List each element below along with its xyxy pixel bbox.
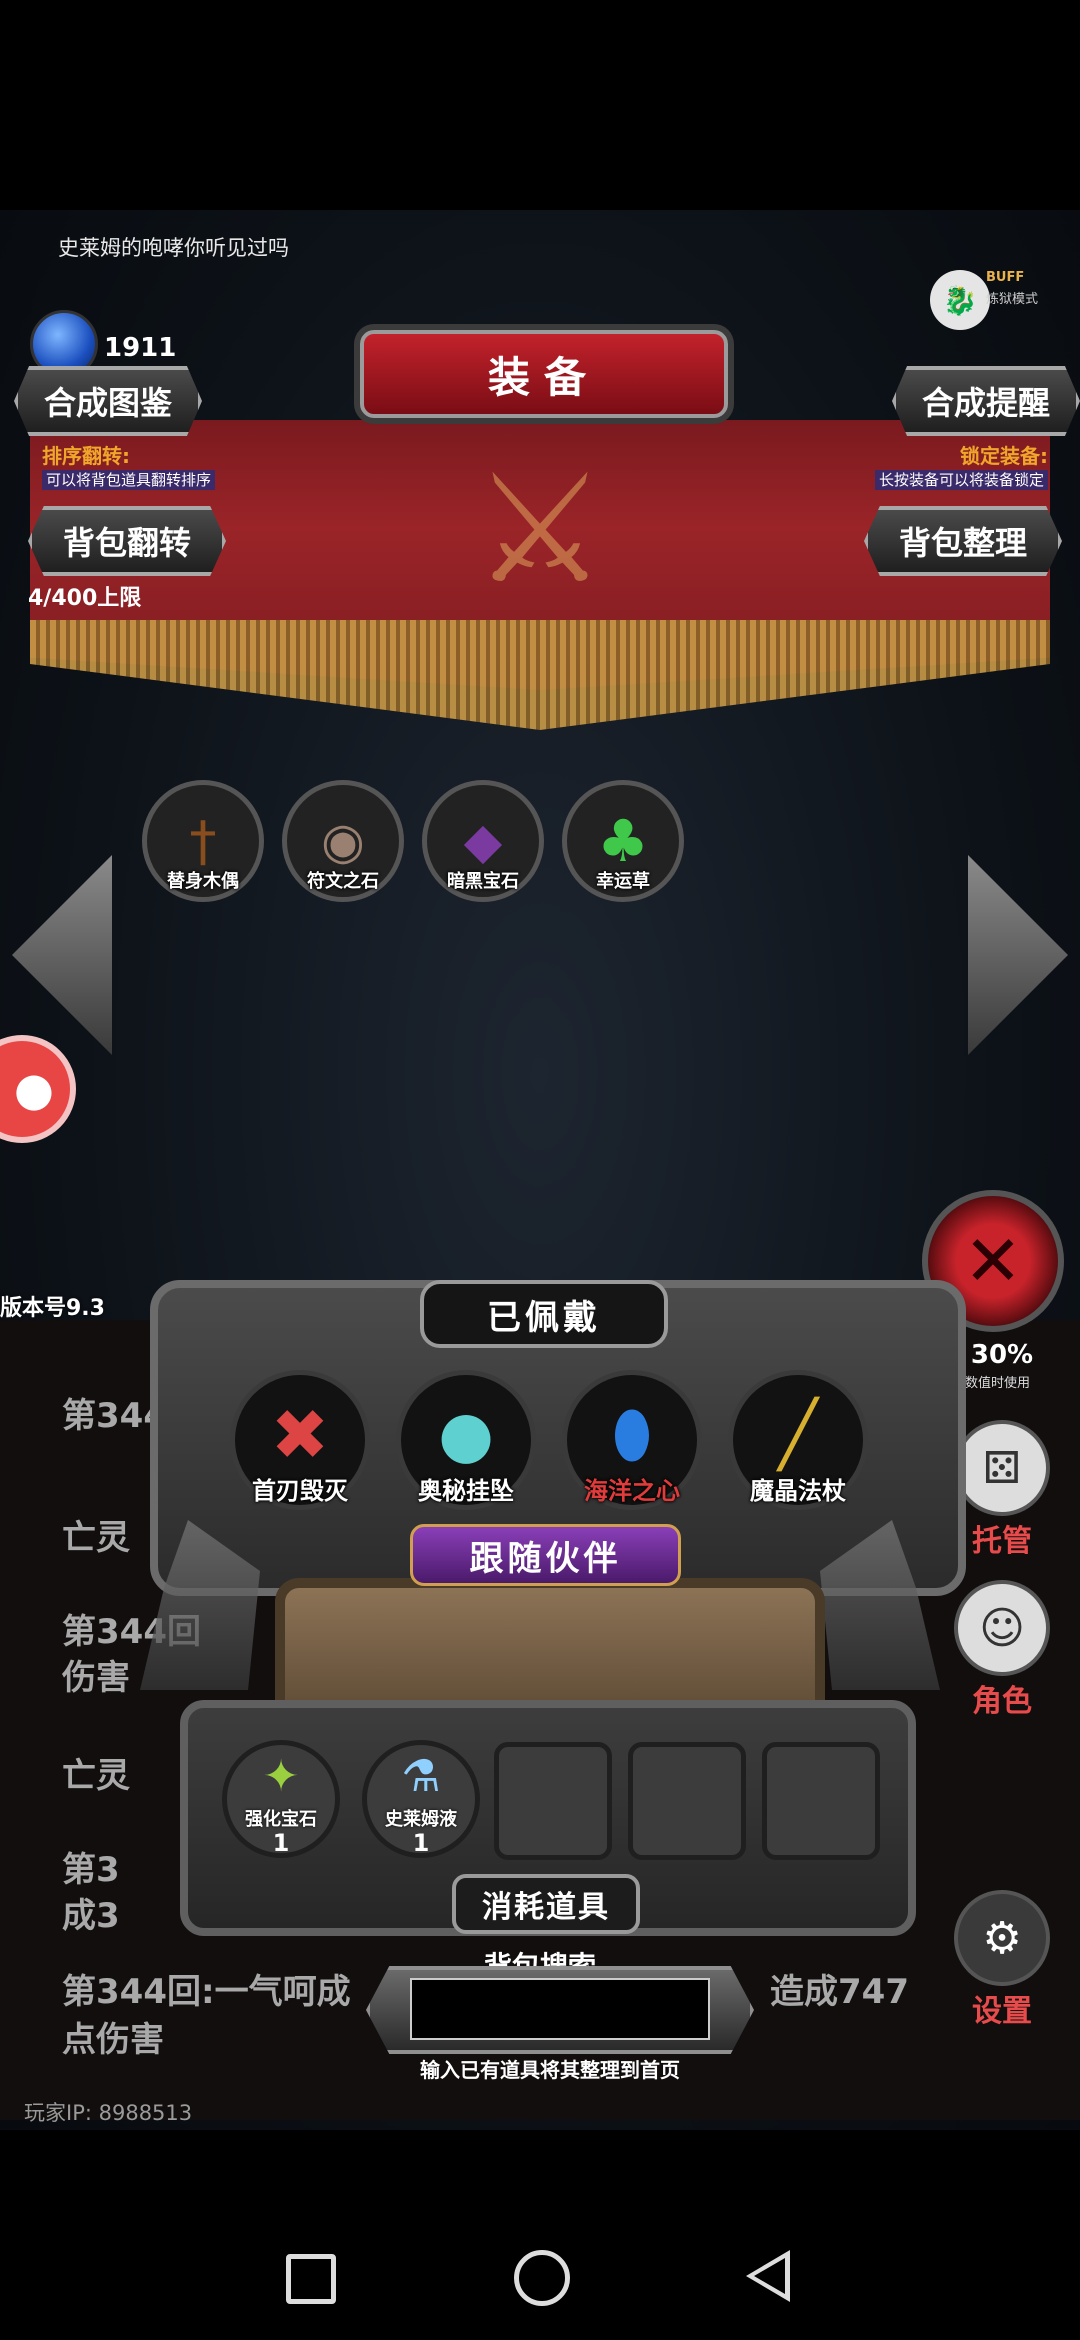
page-title: 装备 — [360, 330, 728, 418]
enhance-gem-icon: ✦ — [262, 1751, 300, 1802]
back-icon[interactable] — [746, 2250, 790, 2302]
bag-search-hint: 输入已有道具将其整理到首页 — [420, 2058, 680, 2082]
close-icon: ✕ — [963, 1220, 1023, 1302]
auto-manage-label: 托管 — [972, 1524, 1032, 1559]
log-line: 第3 — [62, 1850, 120, 1890]
dice-icon: ⚄ — [954, 1420, 1050, 1516]
crossed-swords-emblem-icon: ⚔ — [472, 443, 608, 617]
recent-apps-icon[interactable] — [286, 2254, 336, 2304]
consumable-label: 强化宝石 — [245, 1809, 317, 1830]
bag-item-label: 符文之石 — [307, 871, 379, 892]
consumable-count: 1 — [272, 1829, 290, 1857]
consumable-slot[interactable]: ✦ 强化宝石 1 — [222, 1740, 340, 1858]
player-ip: 玩家IP: 8988513 — [24, 2101, 193, 2125]
consumable-slot-empty[interactable] — [762, 1742, 880, 1860]
consumable-count: 1 — [412, 1829, 430, 1857]
log-line: 亡灵 — [62, 1756, 130, 1796]
sort-flip-hint-title: 排序翻转: — [42, 444, 130, 468]
consumable-slot[interactable]: ⚗ 史莱姆液 1 — [362, 1740, 480, 1858]
buff-mode-label: 炼狱模式 — [986, 292, 1039, 307]
synthesis-book-button[interactable]: 合成图鉴 — [14, 366, 202, 436]
gem-count: 1911 — [104, 333, 177, 363]
bag-capacity: 4/400上限 — [28, 586, 142, 611]
side-percent: 30% — [970, 1340, 1034, 1370]
hooded-character-icon: ☺ — [954, 1580, 1050, 1676]
top-banner-text: 史莱姆的咆哮你听见过吗 — [58, 236, 289, 260]
lock-equip-hint-desc: 长按装备可以将装备锁定 — [874, 470, 1048, 490]
sort-flip-hint-desc: 可以将背包道具翻转排序 — [42, 470, 216, 490]
bag-item-slot[interactable]: † 替身木偶 — [142, 780, 264, 902]
consumable-slot-empty[interactable] — [628, 1742, 746, 1860]
system-nav-bar — [0, 2130, 1080, 2340]
role-label: 角色 — [972, 1684, 1032, 1719]
log-line: 造成747 — [770, 1972, 909, 2012]
equipped-slot[interactable]: ✖ 首刃毁灭 — [230, 1370, 370, 1510]
clover-icon: ♣ — [597, 807, 649, 875]
bag-item-slot[interactable]: ◉ 符文之石 — [282, 780, 404, 902]
consumable-slot-empty[interactable] — [494, 1742, 612, 1860]
lock-equip-hint-title: 锁定装备: — [960, 444, 1048, 468]
equipped-item-label: 奥秘挂坠 — [418, 1477, 514, 1505]
buff-mode-badge[interactable]: 🐉 BUFF 炼狱模式 — [930, 270, 1040, 340]
bag-item-label: 暗黑宝石 — [447, 871, 519, 892]
consumable-label: 史莱姆液 — [385, 1809, 457, 1830]
companion-title: 跟随伙伴 — [410, 1524, 681, 1586]
sort-flip-hint: 排序翻转: 可以将背包道具翻转排序 — [42, 440, 216, 490]
side-percent-note: 其数值时使用 — [952, 1376, 1031, 1391]
log-line: 第344回:一气呵成 — [62, 1972, 351, 2012]
settings-button[interactable]: ⚙ 设置 — [952, 1890, 1052, 2030]
settings-label: 设置 — [972, 1994, 1032, 2029]
bag-item-slot[interactable]: ◆ 暗黑宝石 — [422, 780, 544, 902]
bag-flip-button[interactable]: 背包翻转 — [28, 506, 226, 576]
lock-equip-hint: 锁定装备: 长按装备可以将装备锁定 — [874, 440, 1048, 490]
bag-sort-button[interactable]: 背包整理 — [864, 506, 1062, 576]
equipped-slot[interactable]: ⬮ 海洋之心 — [562, 1370, 702, 1510]
synthesis-reminder-button[interactable]: 合成提醒 — [892, 366, 1080, 436]
equipped-slot[interactable]: ● 奥秘挂坠 — [396, 1370, 536, 1510]
buff-label: BUFF — [986, 270, 1025, 285]
user-icon: ● — [13, 1062, 55, 1116]
auto-manage-button[interactable]: ⚄ 托管 — [952, 1420, 1052, 1560]
dark-gem-icon: ◆ — [463, 812, 503, 870]
log-line: 亡灵 — [62, 1518, 130, 1558]
wooden-puppet-icon: † — [189, 809, 217, 873]
equipped-title: 已佩戴 — [420, 1280, 668, 1348]
equipped-item-label: 首刃毁灭 — [252, 1477, 348, 1505]
bag-item-label: 幸运草 — [596, 871, 650, 892]
slime-potion-icon: ⚗ — [401, 1751, 441, 1802]
rune-stone-icon: ◉ — [321, 812, 365, 870]
home-icon[interactable] — [514, 2250, 570, 2306]
equipped-item-label: 海洋之心 — [584, 1477, 680, 1505]
log-line: 成3 — [62, 1896, 120, 1936]
consumables-title: 消耗道具 — [452, 1874, 640, 1934]
log-line: 伤害 — [62, 1658, 130, 1698]
bag-search-input[interactable] — [410, 1978, 710, 2040]
equipped-item-label: 魔晶法杖 — [750, 1477, 846, 1505]
dragon-logo-icon: 🐉 — [930, 270, 990, 330]
role-button[interactable]: ☺ 角色 — [952, 1580, 1052, 1720]
equipped-slot[interactable]: ╱ 魔晶法杖 — [728, 1370, 868, 1510]
log-line: 点伤害 — [62, 2020, 164, 2060]
bag-item-slot[interactable]: ♣ 幸运草 — [562, 780, 684, 902]
gear-icon: ⚙ — [954, 1890, 1050, 1986]
bag-item-label: 替身木偶 — [167, 871, 239, 892]
version-label: 版本号9.3 — [0, 1296, 105, 1321]
